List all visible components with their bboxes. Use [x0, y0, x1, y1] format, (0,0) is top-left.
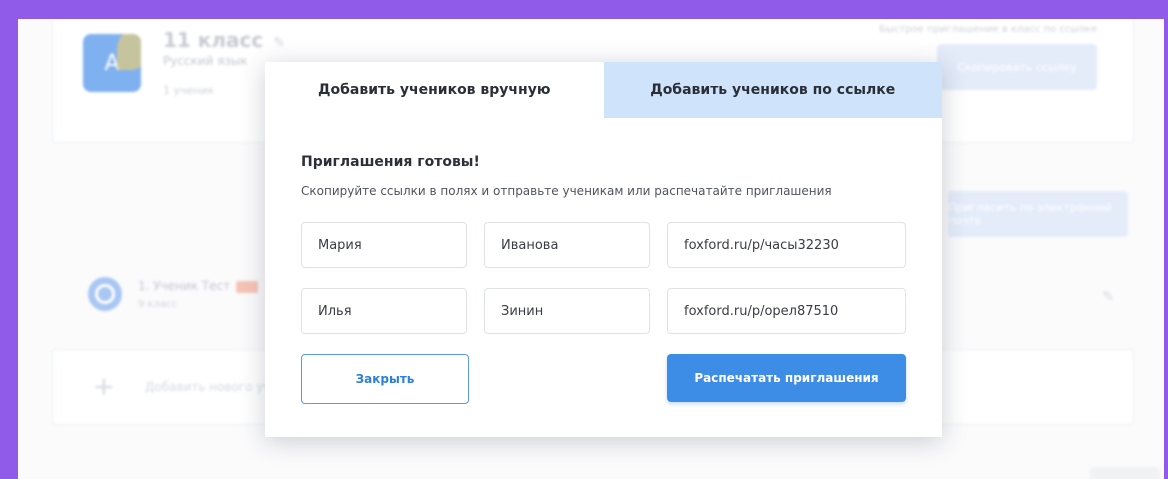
student-name: 1. Ученик Тест [138, 279, 259, 293]
student-edit-icon[interactable]: ✎ [1102, 289, 1114, 305]
class-title: 11 класс ✎ [163, 28, 285, 52]
modal-title: Приглашения готовы! [301, 154, 480, 170]
edit-icon[interactable]: ✎ [273, 35, 285, 51]
invite-email-button[interactable]: Пригласить по электронной почте [948, 191, 1128, 237]
modal-description: Скопируйте ссылки в полях и отправьте уч… [301, 184, 832, 198]
student-class: 9 класс [138, 299, 178, 310]
first-name-field[interactable] [301, 222, 467, 268]
last-name-field[interactable] [484, 288, 650, 334]
plus-icon: + [93, 372, 115, 402]
bottom-chip [1090, 467, 1160, 479]
tab-add-by-link[interactable]: Добавить учеников по ссылке [603, 62, 942, 118]
leaf-icon [117, 34, 141, 70]
modal-tabs: Добавить учеников вручную Добавить учени… [265, 62, 942, 118]
class-title-text: 11 класс [163, 28, 264, 52]
class-students-count: 1 ученик [163, 84, 215, 97]
print-invitations-button[interactable]: Распечатать приглашения [667, 354, 906, 402]
class-avatar: А [83, 34, 141, 92]
status-badge [236, 280, 259, 293]
invite-modal: Добавить учеников вручную Добавить учени… [265, 62, 942, 437]
last-name-field[interactable] [484, 222, 650, 268]
avatar [88, 277, 122, 311]
invite-link-field[interactable] [667, 288, 906, 334]
invite-link-field[interactable] [667, 222, 906, 268]
class-subject: Русский язык [163, 54, 248, 68]
avatar-icon [95, 284, 115, 304]
copy-link-button[interactable]: Скопировать ссылку [937, 44, 1097, 90]
quick-add-text: Быстрое приглашение в класс по ссылке [879, 24, 1097, 35]
first-name-field[interactable] [301, 288, 467, 334]
tab-add-manually[interactable]: Добавить учеников вручную [265, 62, 604, 118]
student-name-text: 1. Ученик Тест [138, 279, 231, 293]
close-button[interactable]: Закрыть [301, 354, 469, 404]
